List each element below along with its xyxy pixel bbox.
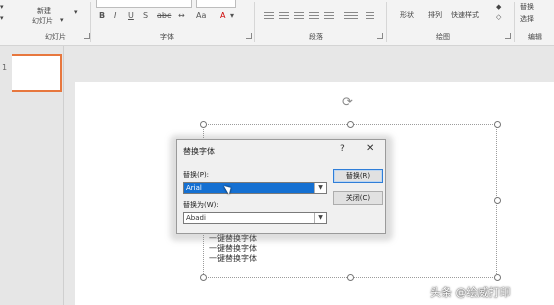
resize-handle[interactable] xyxy=(494,121,501,128)
new-slide-label: 新建 xyxy=(37,7,51,15)
underline-button[interactable]: U xyxy=(128,11,134,20)
font-launcher-icon[interactable] xyxy=(246,33,252,39)
replace-font-combo[interactable]: Arial ▼ xyxy=(183,182,327,194)
close-button[interactable]: 关闭(C) xyxy=(333,191,383,205)
shape-button[interactable]: 形状 xyxy=(400,10,414,20)
group-slides-label: 幻灯片 xyxy=(45,33,66,41)
new-slide-label-2: 幻灯片 xyxy=(32,17,53,25)
reset-icon: ▾ xyxy=(0,14,4,22)
distributed-icon[interactable] xyxy=(324,12,334,19)
paragraph-launcher-icon[interactable] xyxy=(377,33,383,39)
quick-style-button[interactable]: 快速样式 xyxy=(451,10,479,20)
group-divider xyxy=(386,2,387,42)
with-font-combo[interactable]: Abadi ▼ xyxy=(183,212,327,224)
bold-button[interactable]: B xyxy=(99,11,105,20)
group-divider xyxy=(514,2,515,42)
font-name-box[interactable] xyxy=(96,0,192,8)
resize-handle[interactable] xyxy=(347,274,354,281)
new-slide-button[interactable]: 新建 幻灯片 ▾ xyxy=(30,0,70,30)
align-left-icon[interactable] xyxy=(264,12,274,19)
resize-handle[interactable] xyxy=(494,197,501,204)
italic-button[interactable]: I xyxy=(114,11,116,20)
resize-handle[interactable] xyxy=(200,121,207,128)
columns-icon[interactable] xyxy=(344,12,358,19)
font-size-box[interactable] xyxy=(196,0,236,8)
shape-fill-icon[interactable]: ◆ xyxy=(496,3,501,11)
shadow-button[interactable]: S xyxy=(143,11,148,20)
char-spacing-icon[interactable]: ↔ xyxy=(178,11,185,20)
dialog-title: 替换字体 xyxy=(183,147,215,156)
resize-handle[interactable] xyxy=(494,274,501,281)
replace-font-value: Arial xyxy=(186,184,202,192)
group-editing-label: 编辑 xyxy=(528,33,542,41)
close-icon[interactable]: ✕ xyxy=(366,143,374,154)
ribbon: ▾ ▾ 新建 幻灯片 ▾ ▾ 幻灯片 B I U S abc ↔ Aa A ▾ … xyxy=(0,0,554,46)
replace-label: 替换(P): xyxy=(183,171,210,179)
help-button[interactable]: ? xyxy=(340,144,345,154)
watermark: 头条 @绘威打印 xyxy=(430,286,511,299)
strike-button[interactable]: abc xyxy=(157,11,171,20)
justify-icon[interactable] xyxy=(309,12,319,19)
slide-number: 1 xyxy=(2,63,8,72)
with-font-value: Abadi xyxy=(186,214,206,222)
replace-button[interactable]: 替换 xyxy=(520,2,534,12)
drawing-launcher-icon[interactable] xyxy=(505,33,511,39)
change-case-button[interactable]: Aa xyxy=(196,11,206,20)
chevron-down-icon[interactable]: ▼ xyxy=(314,183,326,193)
slide-thumbnail[interactable] xyxy=(12,54,62,92)
group-divider xyxy=(90,2,91,42)
arrange-button[interactable]: 排列 xyxy=(428,10,442,20)
group-paragraph-label: 段落 xyxy=(309,33,323,41)
group-drawing-label: 绘图 xyxy=(436,33,450,41)
chevron-down-icon[interactable]: ▾ xyxy=(230,11,234,20)
resize-handle[interactable] xyxy=(200,274,207,281)
selection-highlight xyxy=(184,183,314,193)
replace-button[interactable]: 替换(R) xyxy=(333,169,383,183)
body-text-line: 一键替换字体 xyxy=(209,254,257,263)
align-center-icon[interactable] xyxy=(279,12,289,19)
shape-outline-icon[interactable]: ◇ xyxy=(496,13,501,21)
chevron-down-icon[interactable]: ▼ xyxy=(314,213,326,223)
with-label: 替换为(W): xyxy=(183,201,219,209)
thumbnail-pane: 1 xyxy=(0,46,64,305)
resize-handle[interactable] xyxy=(347,121,354,128)
group-divider xyxy=(254,2,255,42)
chevron-down-icon: ▾ xyxy=(60,16,64,24)
select-button[interactable]: 选择 xyxy=(520,14,534,24)
text-direction-icon[interactable] xyxy=(366,12,374,19)
align-right-icon[interactable] xyxy=(294,12,304,19)
rotate-handle-icon[interactable]: ⟳ xyxy=(342,95,353,110)
font-color-button[interactable]: A xyxy=(220,11,225,20)
layout-icon[interactable]: ▾ xyxy=(74,8,78,16)
prev-icon: ▾ xyxy=(0,3,4,11)
group-font-label: 字体 xyxy=(160,33,174,41)
replace-font-dialog: 替换字体 ? ✕ 替换(P): Arial ▼ 替换为(W): Abadi ▼ … xyxy=(176,139,386,234)
